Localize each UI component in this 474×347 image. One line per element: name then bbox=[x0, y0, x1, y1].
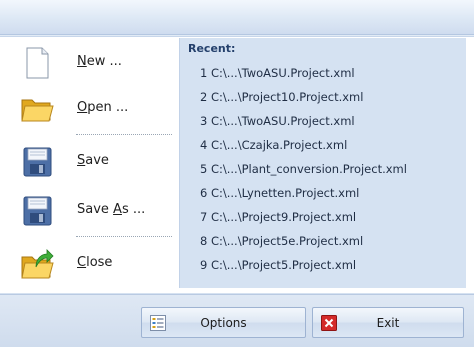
recent-item[interactable]: 2 C:\...\Project10.Project.xml bbox=[200, 86, 462, 108]
recent-item[interactable]: 8 C:\...\Project5e.Project.xml bbox=[200, 230, 462, 252]
recent-item[interactable]: 5 C:\...\Plant_conversion.Project.xml bbox=[200, 158, 462, 180]
options-button[interactable]: Options bbox=[141, 307, 306, 338]
backstage-menu: New ... Open ... Save Save As ... Close … bbox=[0, 0, 474, 347]
save-as-disk-icon bbox=[23, 196, 52, 226]
save-button[interactable]: Save bbox=[8, 139, 173, 183]
new-button[interactable]: New ... bbox=[8, 40, 173, 84]
title-bar bbox=[0, 0, 474, 35]
close-folder-icon bbox=[21, 249, 54, 279]
recent-item[interactable]: 1 C:\...\TwoASU.Project.xml bbox=[200, 62, 462, 84]
recent-files-panel: Recent: 1 C:\...\TwoASU.Project.xml 2 C:… bbox=[179, 38, 466, 288]
save-disk-icon bbox=[23, 147, 52, 177]
recent-item[interactable]: 9 C:\...\Project5.Project.xml bbox=[200, 254, 462, 276]
save-as-button[interactable]: Save As ... bbox=[8, 188, 173, 232]
recent-item[interactable]: 7 C:\...\Project9.Project.xml bbox=[200, 206, 462, 228]
recent-title: Recent: bbox=[188, 42, 236, 55]
recent-item[interactable]: 6 C:\...\Lynetten.Project.xml bbox=[200, 182, 462, 204]
open-folder-icon bbox=[21, 99, 54, 122]
open-label: Open ... bbox=[77, 100, 129, 115]
menu-separator bbox=[76, 236, 172, 237]
save-label: Save bbox=[77, 153, 109, 168]
new-document-icon bbox=[26, 47, 49, 79]
open-button[interactable]: Open ... bbox=[8, 86, 173, 130]
exit-label: Exit bbox=[376, 316, 400, 330]
close-button[interactable]: Close bbox=[8, 241, 173, 285]
save-as-label: Save As ... bbox=[77, 202, 146, 217]
exit-button[interactable]: Exit bbox=[312, 307, 464, 338]
file-commands-panel: New ... Open ... Save Save As ... Close bbox=[8, 38, 173, 288]
recent-item[interactable]: 3 C:\...\TwoASU.Project.xml bbox=[200, 110, 462, 132]
recent-item[interactable]: 4 C:\...\Czajka.Project.xml bbox=[200, 134, 462, 156]
new-label: New ... bbox=[77, 54, 122, 69]
close-label: Close bbox=[77, 255, 113, 270]
menu-separator bbox=[76, 134, 172, 135]
options-label: Options bbox=[200, 316, 247, 330]
